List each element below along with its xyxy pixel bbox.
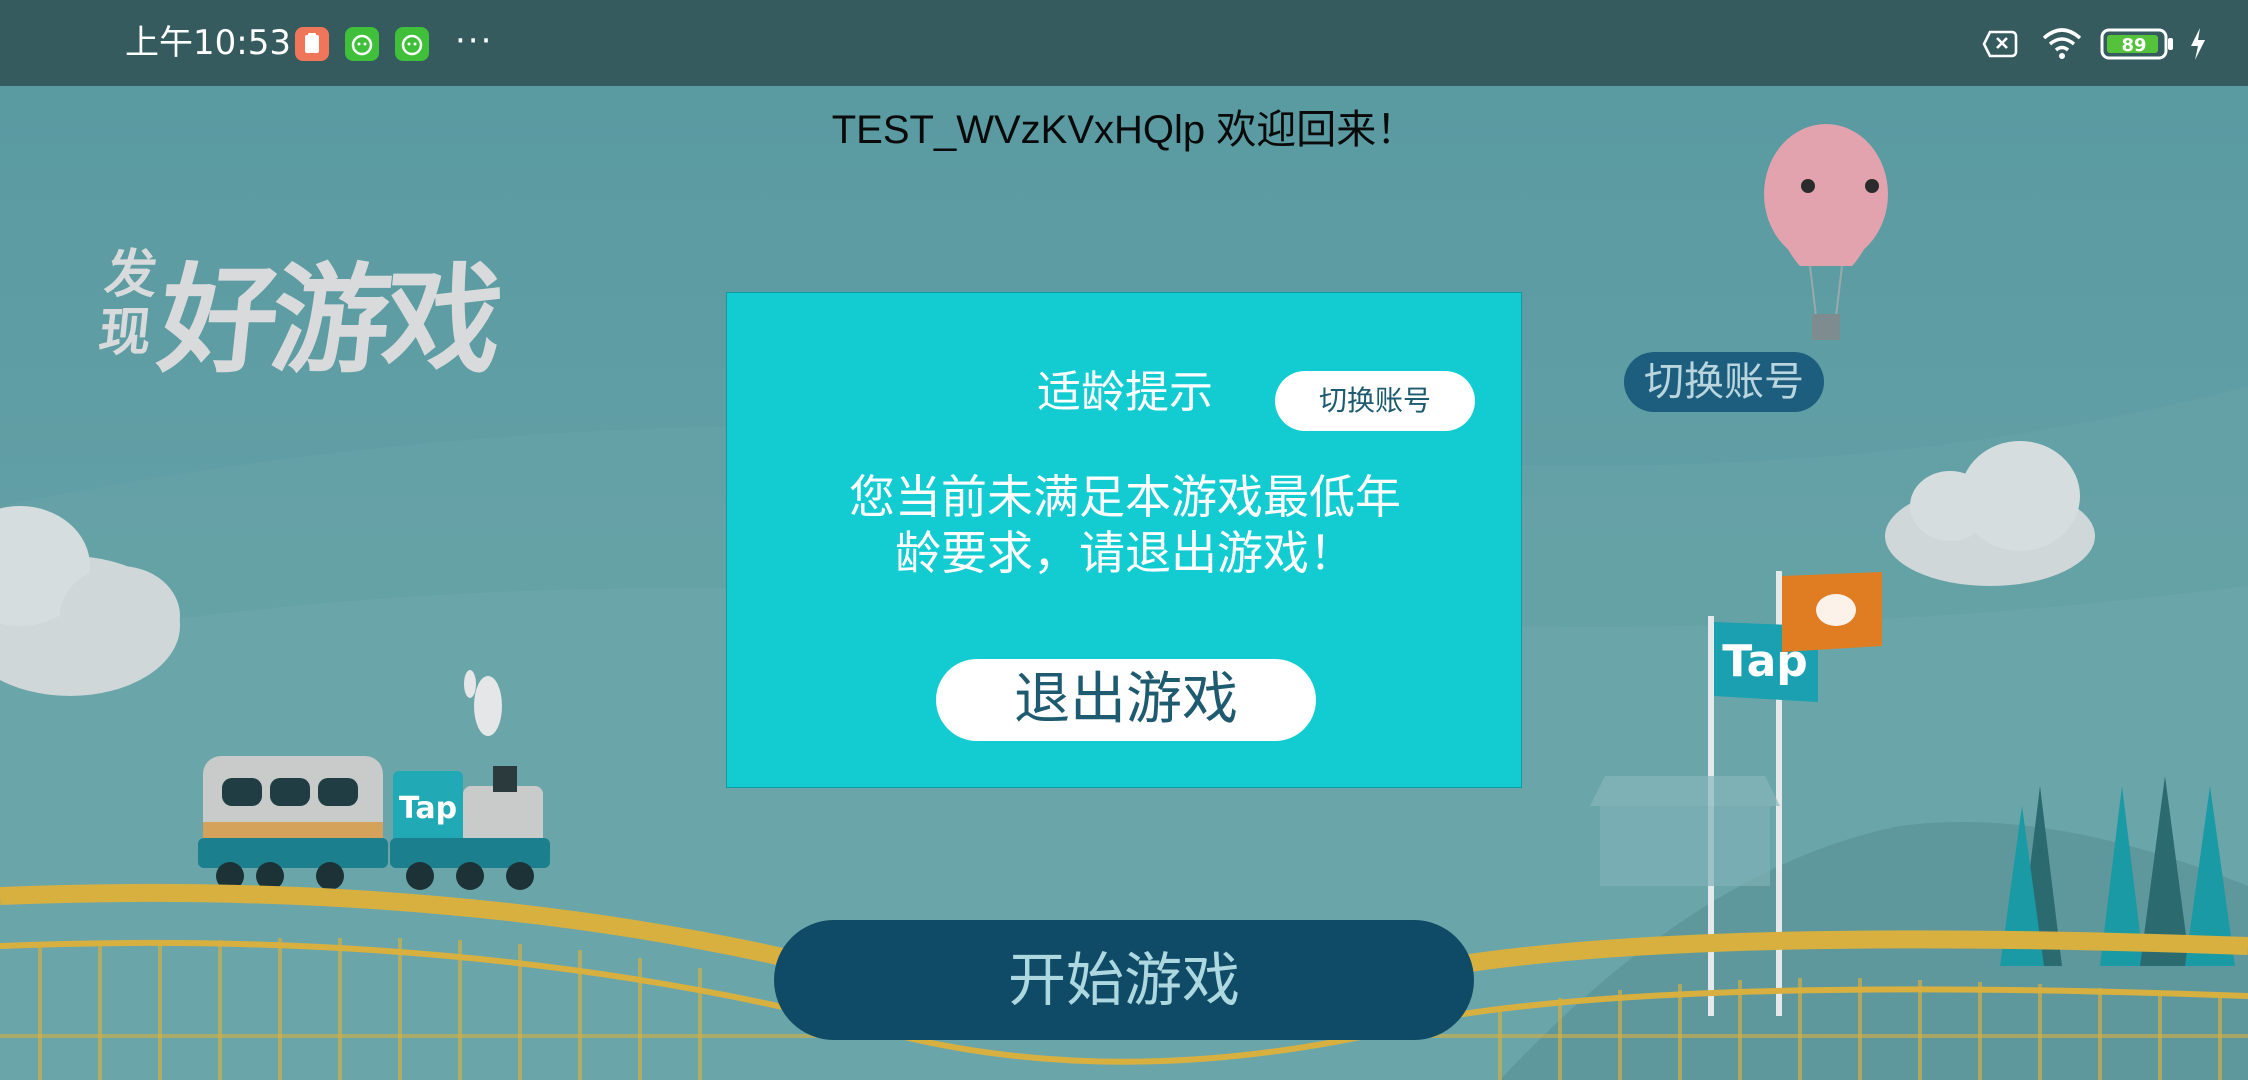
cat-app-icon: [395, 27, 429, 61]
status-time: 上午10:53: [125, 23, 291, 63]
no-sim-icon: [1982, 30, 2018, 58]
age-notice-dialog: 适龄提示 切换账号 您当前未满足本游戏最低年 龄要求，请退出游戏！ 退出游戏: [726, 292, 1522, 788]
welcome-message: TEST_WVzKVxHQlp 欢迎回来！: [831, 108, 1417, 152]
exit-game-button[interactable]: 退出游戏: [936, 659, 1316, 741]
charging-icon: [2191, 28, 2205, 60]
cat-app-icon: [345, 27, 379, 61]
clipboard-app-icon: [295, 27, 329, 61]
battery-icon: 89: [2100, 28, 2173, 60]
switch-account-button[interactable]: 切换账号: [1624, 352, 1824, 412]
more-notifications-icon: ···: [455, 21, 494, 61]
dialog-message: 您当前未满足本游戏最低年 龄要求，请退出游戏！: [807, 469, 1443, 581]
flag-tap-badge: Tap: [1722, 636, 1808, 687]
status-bar: 上午10:53 ··· 89: [0, 0, 2248, 86]
dialog-switch-account-button[interactable]: 切换账号: [1275, 371, 1475, 431]
wifi-icon: [2042, 28, 2082, 59]
start-game-button[interactable]: 开始游戏: [774, 920, 1474, 1040]
train-tap-badge: Tap: [399, 791, 457, 826]
dialog-message-line1: 您当前未满足本游戏最低年: [849, 470, 1401, 524]
logo-large-text: 好游戏: [152, 251, 504, 389]
dialog-message-line2: 龄要求，请退出游戏！: [895, 526, 1355, 580]
battery-level: 89: [2121, 35, 2146, 56]
status-icons: 89: [1982, 26, 2208, 62]
